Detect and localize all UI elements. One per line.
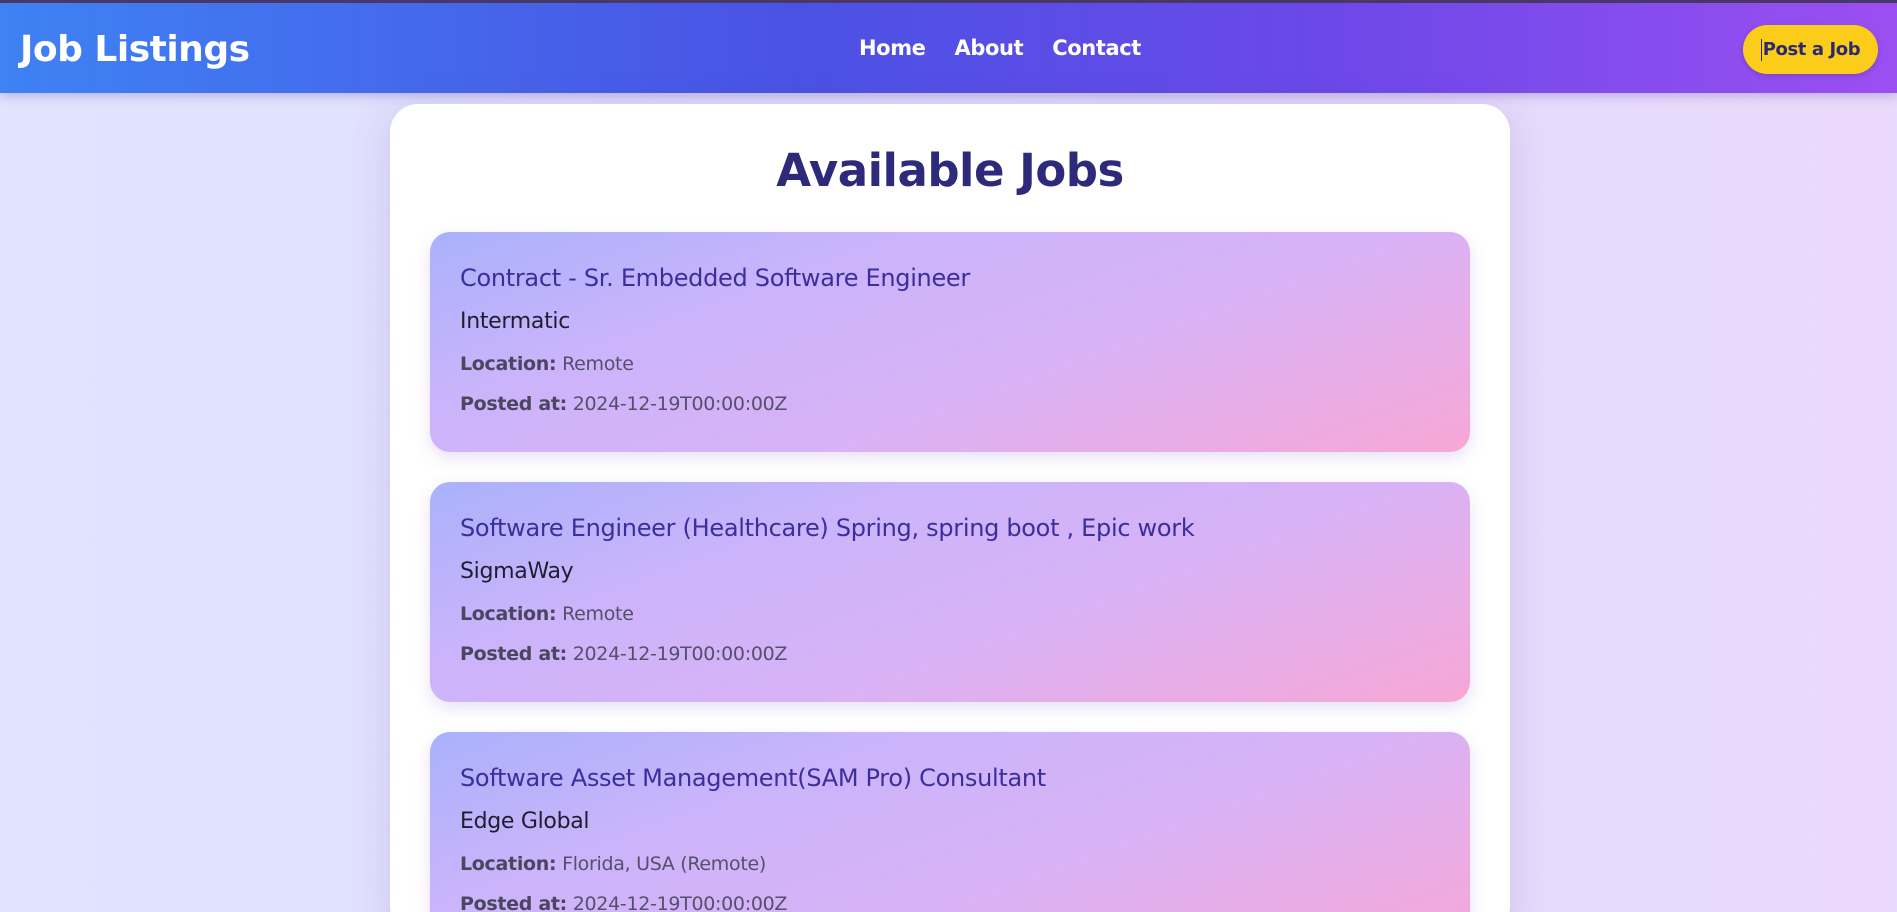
nav-link-home[interactable]: Home xyxy=(859,36,926,60)
job-location: Location: Florida, USA (Remote) xyxy=(460,853,766,875)
job-posted-at: Posted at: 2024-12-19T00:00:00Z xyxy=(460,643,787,665)
site-brand[interactable]: Job Listings xyxy=(20,29,250,70)
job-title[interactable]: Software Asset Management(SAM Pro) Consu… xyxy=(460,764,1046,792)
job-location: Location: Remote xyxy=(460,353,634,375)
location-value: Remote xyxy=(562,353,634,375)
job-card[interactable]: Software Asset Management(SAM Pro) Consu… xyxy=(430,732,1470,912)
job-company: Intermatic xyxy=(460,309,570,334)
location-value: Remote xyxy=(562,603,634,625)
job-posted-at: Posted at: 2024-12-19T00:00:00Z xyxy=(460,893,787,912)
post-job-button-label: Post a Job xyxy=(1762,39,1861,60)
job-posted-at: Posted at: 2024-12-19T00:00:00Z xyxy=(460,393,787,415)
job-location: Location: Remote xyxy=(460,603,634,625)
location-label: Location: xyxy=(460,603,557,625)
posted-value: 2024-12-19T00:00:00Z xyxy=(572,643,788,665)
job-card[interactable]: Software Engineer (Healthcare) Spring, s… xyxy=(430,482,1470,702)
job-card[interactable]: Contract - Sr. Embedded Software Enginee… xyxy=(430,232,1470,452)
nav-link-contact[interactable]: Contact xyxy=(1052,36,1141,60)
posted-label: Posted at: xyxy=(460,643,567,665)
top-navbar: Job Listings Home About Contact Post a J… xyxy=(0,3,1897,93)
jobs-panel: Available Jobs Contract - Sr. Embedded S… xyxy=(390,104,1510,912)
nav-link-about[interactable]: About xyxy=(955,36,1024,60)
location-label: Location: xyxy=(460,353,557,375)
posted-label: Posted at: xyxy=(460,393,567,415)
job-title[interactable]: Software Engineer (Healthcare) Spring, s… xyxy=(460,514,1195,542)
post-job-button[interactable]: Post a Job xyxy=(1743,25,1878,74)
location-value: Florida, USA (Remote) xyxy=(562,853,766,875)
posted-value: 2024-12-19T00:00:00Z xyxy=(572,893,788,912)
posted-value: 2024-12-19T00:00:00Z xyxy=(572,393,788,415)
job-company: SigmaWay xyxy=(460,559,574,584)
job-title[interactable]: Contract - Sr. Embedded Software Enginee… xyxy=(460,264,970,292)
text-cursor xyxy=(1760,38,1762,61)
job-company: Edge Global xyxy=(460,809,590,834)
location-label: Location: xyxy=(460,853,557,875)
main-nav: Home About Contact xyxy=(859,36,1141,60)
posted-label: Posted at: xyxy=(460,893,567,912)
page-title: Available Jobs xyxy=(776,144,1124,197)
